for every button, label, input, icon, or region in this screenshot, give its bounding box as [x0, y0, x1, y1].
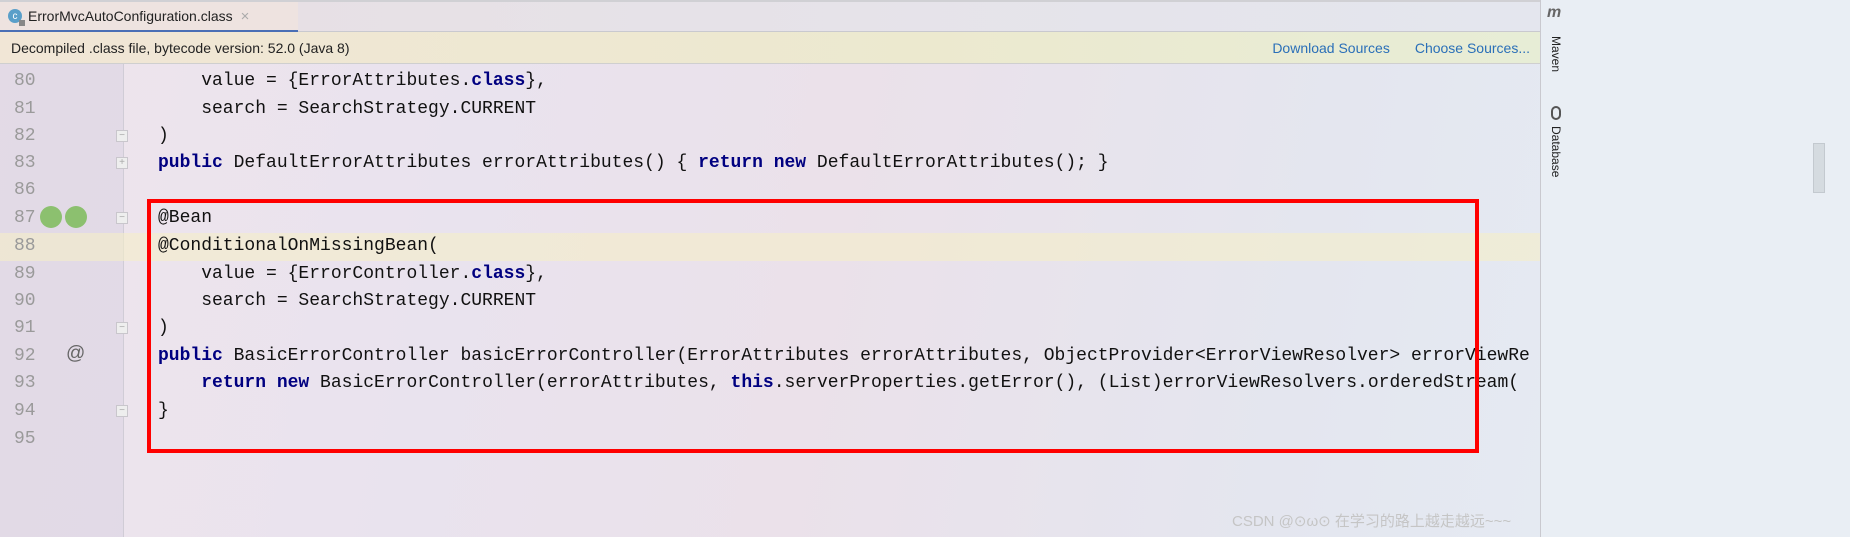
- code-token: },: [525, 71, 547, 91]
- choose-sources-link[interactable]: Choose Sources...: [1415, 40, 1530, 56]
- close-icon[interactable]: ×: [241, 8, 250, 25]
- bean-check-icon[interactable]: [65, 206, 87, 228]
- line-number: 91: [14, 318, 36, 338]
- line-number: 80: [14, 71, 36, 91]
- code-text: ): [158, 123, 169, 150]
- fold-collapse-icon[interactable]: −: [116, 212, 128, 224]
- line-number: 82: [14, 126, 36, 146]
- keyword-token: return new: [698, 153, 807, 173]
- line-number: 86: [14, 180, 36, 200]
- code-line: 82): [0, 123, 1540, 150]
- line-number: 95: [14, 429, 36, 449]
- fold-collapse-icon[interactable]: −: [116, 322, 128, 334]
- database-tool-button[interactable]: Database: [1549, 126, 1563, 177]
- bean-navigate-icon[interactable]: [40, 206, 62, 228]
- fold-collapse-icon[interactable]: −: [116, 405, 128, 417]
- code-token: ): [158, 126, 169, 146]
- notice-text: Decompiled .class file, bytecode version…: [11, 39, 350, 56]
- line-number: 94: [14, 401, 36, 421]
- line-number: 83: [14, 153, 36, 173]
- maven-icon: m: [1547, 4, 1562, 21]
- code-text: public DefaultErrorAttributes errorAttri…: [158, 150, 1109, 177]
- watermark: CSDN @⊙ω⊙ 在学习的路上越走越远~~~: [1232, 513, 1512, 530]
- line-number: 89: [14, 264, 36, 284]
- keyword-token: class: [471, 71, 526, 91]
- download-sources-link[interactable]: Download Sources: [1272, 40, 1390, 56]
- right-tool-sidebar: m Maven Database: [1540, 0, 1850, 537]
- code-token: DefaultErrorAttributes errorAttributes()…: [222, 153, 699, 173]
- code-token: DefaultErrorAttributes(); }: [806, 153, 1109, 173]
- scrollbar[interactable]: [1813, 143, 1825, 193]
- line-number: 90: [14, 291, 36, 311]
- tab-error-mvc-auto-configuration[interactable]: c ErrorMvcAutoConfiguration.class ×: [0, 2, 298, 33]
- fold-collapse-icon[interactable]: −: [116, 130, 128, 142]
- line-number: 81: [14, 99, 36, 119]
- fold-expand-icon[interactable]: +: [116, 157, 128, 169]
- code-line: 80 value = {ErrorAttributes.class},: [0, 68, 1540, 95]
- code-line: 81 search = SearchStrategy.CURRENT: [0, 96, 1540, 123]
- highlight-annotation-box: [147, 199, 1479, 453]
- code-line: 83 public DefaultErrorAttributes errorAtt…: [0, 150, 1540, 177]
- code-token: value = {ErrorAttributes.: [158, 71, 472, 91]
- line-number: 92: [14, 346, 36, 366]
- tab-title: ErrorMvcAutoConfiguration.class: [28, 8, 233, 24]
- class-file-icon: c: [8, 9, 25, 26]
- line-number: 93: [14, 373, 36, 393]
- code-token: search = SearchStrategy.CURRENT: [158, 99, 537, 119]
- code-text: value = {ErrorAttributes.class},: [158, 68, 547, 95]
- editor-tab-bar: c ErrorMvcAutoConfiguration.class ×: [0, 0, 1540, 33]
- decompiled-notice-bar: Decompiled .class file, bytecode version…: [0, 32, 1540, 64]
- database-icon: [1551, 106, 1561, 120]
- maven-tool-button[interactable]: Maven: [1549, 36, 1563, 72]
- code-text: search = SearchStrategy.CURRENT: [158, 96, 536, 123]
- autowired-at-icon[interactable]: @: [66, 343, 85, 365]
- line-number: 88: [14, 236, 36, 256]
- keyword-token: public: [158, 153, 223, 173]
